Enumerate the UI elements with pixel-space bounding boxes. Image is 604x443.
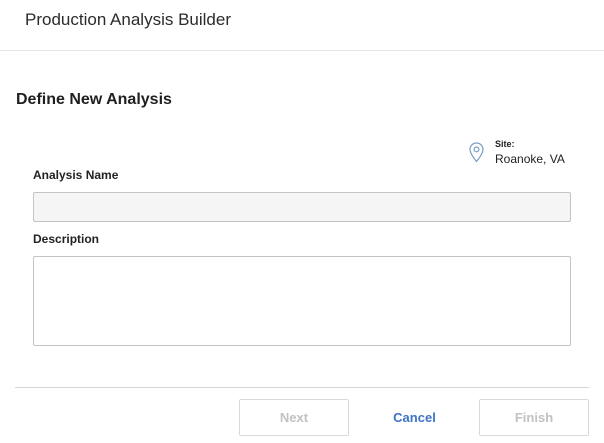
footer-divider <box>15 387 589 388</box>
site-value: Roanoke, VA <box>495 152 565 166</box>
analysis-name-input[interactable] <box>33 192 571 222</box>
production-analysis-builder-dialog: Production Analysis Builder Define New A… <box>0 0 604 443</box>
description-label: Description <box>33 232 100 246</box>
finish-button[interactable]: Finish <box>479 399 589 436</box>
section-title: Define New Analysis <box>16 91 172 108</box>
dialog-title: Production Analysis Builder <box>25 10 232 29</box>
location-pin-icon <box>469 142 484 163</box>
site-info: Site: Roanoke, VA <box>469 139 589 169</box>
next-button[interactable]: Next <box>239 399 349 436</box>
description-textarea[interactable] <box>33 256 571 346</box>
site-label: Site: <box>495 139 515 149</box>
analysis-name-label: Analysis Name <box>33 168 119 182</box>
cancel-button[interactable]: Cancel <box>367 399 462 436</box>
dialog-header: Production Analysis Builder <box>0 0 604 51</box>
